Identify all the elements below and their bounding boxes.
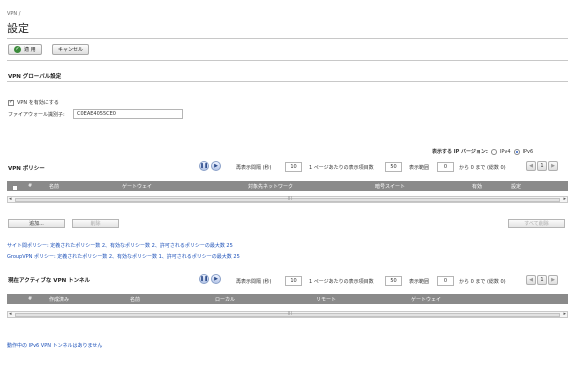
site-to-site-summary: サイト間ポリシー: 定義されたポリシー数 2、有効なポリシー数 2、許可されるポ…	[7, 243, 233, 249]
policies-range-label: 表示範囲	[409, 165, 430, 171]
pause-icon[interactable]: ❚❚	[199, 274, 209, 284]
firewall-id-input[interactable]: C0EAE4055CE0	[73, 109, 183, 119]
vpn-policies-heading: VPN ポリシー	[8, 166, 45, 172]
scroll-right-icon[interactable]: ▸	[563, 196, 566, 202]
enable-vpn-checkbox[interactable]	[8, 99, 14, 106]
tunnels-scrollbar[interactable]: ◂ III ▸	[7, 311, 568, 318]
enable-vpn-row: VPN を有効にする	[8, 99, 59, 106]
delete-all-button[interactable]: すべて削除	[508, 219, 565, 228]
global-settings-heading: VPN グローバル設定	[8, 74, 62, 80]
pause-icon[interactable]: ❚❚	[199, 161, 209, 171]
active-tunnels-heading: 現在アクティブな VPN トンネル	[8, 278, 91, 284]
scroll-right-icon[interactable]: ▸	[563, 311, 566, 317]
page-title: 設定	[7, 22, 29, 35]
col-enabled[interactable]: 有効	[472, 183, 482, 190]
next-page-icon[interactable]: ▶	[548, 275, 558, 285]
tunnels-per-page-input[interactable]: 50	[385, 276, 402, 286]
policies-range-suffix: から 0 まで (総数 0)	[459, 165, 506, 171]
tunnels-range-suffix: から 0 まで (総数 0)	[459, 279, 506, 285]
ip-version-label: 表示する IP バージョン:	[432, 149, 488, 155]
ipv4-radio[interactable]	[490, 148, 497, 155]
scroll-grip: III	[287, 311, 292, 317]
page-number[interactable]: 1	[537, 275, 547, 285]
ipv6-label: IPv6	[522, 148, 534, 155]
tunnels-range-input[interactable]: 0	[437, 276, 454, 286]
policies-per-page-label: 1 ページあたりの表示項目数	[309, 165, 374, 171]
tunnels-per-page-label: 1 ページあたりの表示項目数	[309, 279, 374, 285]
col-number[interactable]: #	[28, 296, 32, 302]
scroll-left-icon[interactable]: ◂	[9, 311, 12, 317]
tunnels-refresh-label: 再表示間隔 (秒)	[236, 279, 272, 285]
play-icon[interactable]: ▶	[211, 274, 221, 284]
tunnels-table-header: # 作成済み 名前 ローカル リモート ゲートウェイ	[7, 294, 568, 304]
col-cipher-suite[interactable]: 暗号スイート	[375, 183, 405, 190]
policies-pager: ◀ 1 ▶	[526, 161, 558, 171]
cancel-button[interactable]: キャンセル	[52, 44, 90, 55]
col-remote[interactable]: リモート	[316, 296, 336, 303]
check-icon: ✓	[14, 46, 21, 53]
apply-label: 適 用	[24, 47, 36, 53]
col-local[interactable]: ローカル	[215, 296, 235, 303]
page-number[interactable]: 1	[537, 161, 547, 171]
enable-vpn-label: VPN を有効にする	[17, 100, 59, 106]
policies-refresh-input[interactable]: 10	[285, 162, 302, 172]
prev-page-icon[interactable]: ◀	[526, 161, 536, 171]
policies-per-page-input[interactable]: 50	[385, 162, 402, 172]
col-configure[interactable]: 設定	[511, 183, 521, 190]
apply-button[interactable]: ✓ 適 用	[8, 44, 42, 55]
select-all-checkbox[interactable]	[12, 185, 18, 191]
next-page-icon[interactable]: ▶	[548, 161, 558, 171]
policies-range-input[interactable]: 0	[437, 162, 454, 172]
ipv6-radio[interactable]	[513, 148, 520, 155]
play-icon[interactable]: ▶	[211, 161, 221, 171]
scroll-grip: III	[287, 196, 292, 202]
col-name[interactable]: 名前	[130, 296, 140, 303]
prev-page-icon[interactable]: ◀	[526, 275, 536, 285]
ipv4-label: IPv4	[499, 148, 511, 155]
policies-table-header: # 名前 ゲートウェイ 対象先ネットワーク 暗号スイート 有効 設定	[7, 181, 568, 191]
col-name[interactable]: 名前	[49, 183, 59, 190]
col-number[interactable]: #	[28, 183, 32, 189]
add-button[interactable]: 追加...	[8, 219, 65, 228]
tunnels-playback: ❚❚ ▶	[199, 274, 221, 284]
groupvpn-summary: GroupVPN ポリシー: 定義されたポリシー数 2、有効なポリシー数 1、許…	[7, 254, 240, 260]
tunnels-refresh-input[interactable]: 10	[285, 276, 302, 286]
col-destination-network[interactable]: 対象先ネットワーク	[248, 183, 293, 190]
ip-version-selector: 表示する IP バージョン: IPv4 IPv6	[432, 148, 533, 155]
tunnels-pager: ◀ 1 ▶	[526, 275, 558, 285]
scroll-left-icon[interactable]: ◂	[9, 196, 12, 202]
policies-playback: ❚❚ ▶	[199, 161, 221, 171]
policies-scrollbar[interactable]: ◂ III ▸	[7, 196, 568, 203]
breadcrumb[interactable]: VPN /	[7, 11, 20, 17]
toolbar-divider	[7, 60, 568, 61]
col-created[interactable]: 作成済み	[49, 296, 69, 303]
delete-button[interactable]: 削除	[72, 219, 119, 228]
title-divider	[7, 38, 568, 39]
col-gateway[interactable]: ゲートウェイ	[411, 296, 441, 303]
cancel-label: キャンセル	[58, 47, 84, 53]
policies-refresh-label: 再表示間隔 (秒)	[236, 165, 272, 171]
global-divider	[7, 81, 568, 82]
tunnels-range-label: 表示範囲	[409, 279, 430, 285]
no-tunnels-message: 動作中の IPv6 VPN トンネルはありません	[7, 343, 103, 349]
firewall-id-label: ファイアウォール識別子:	[8, 112, 65, 118]
col-gateway[interactable]: ゲートウェイ	[122, 183, 152, 190]
